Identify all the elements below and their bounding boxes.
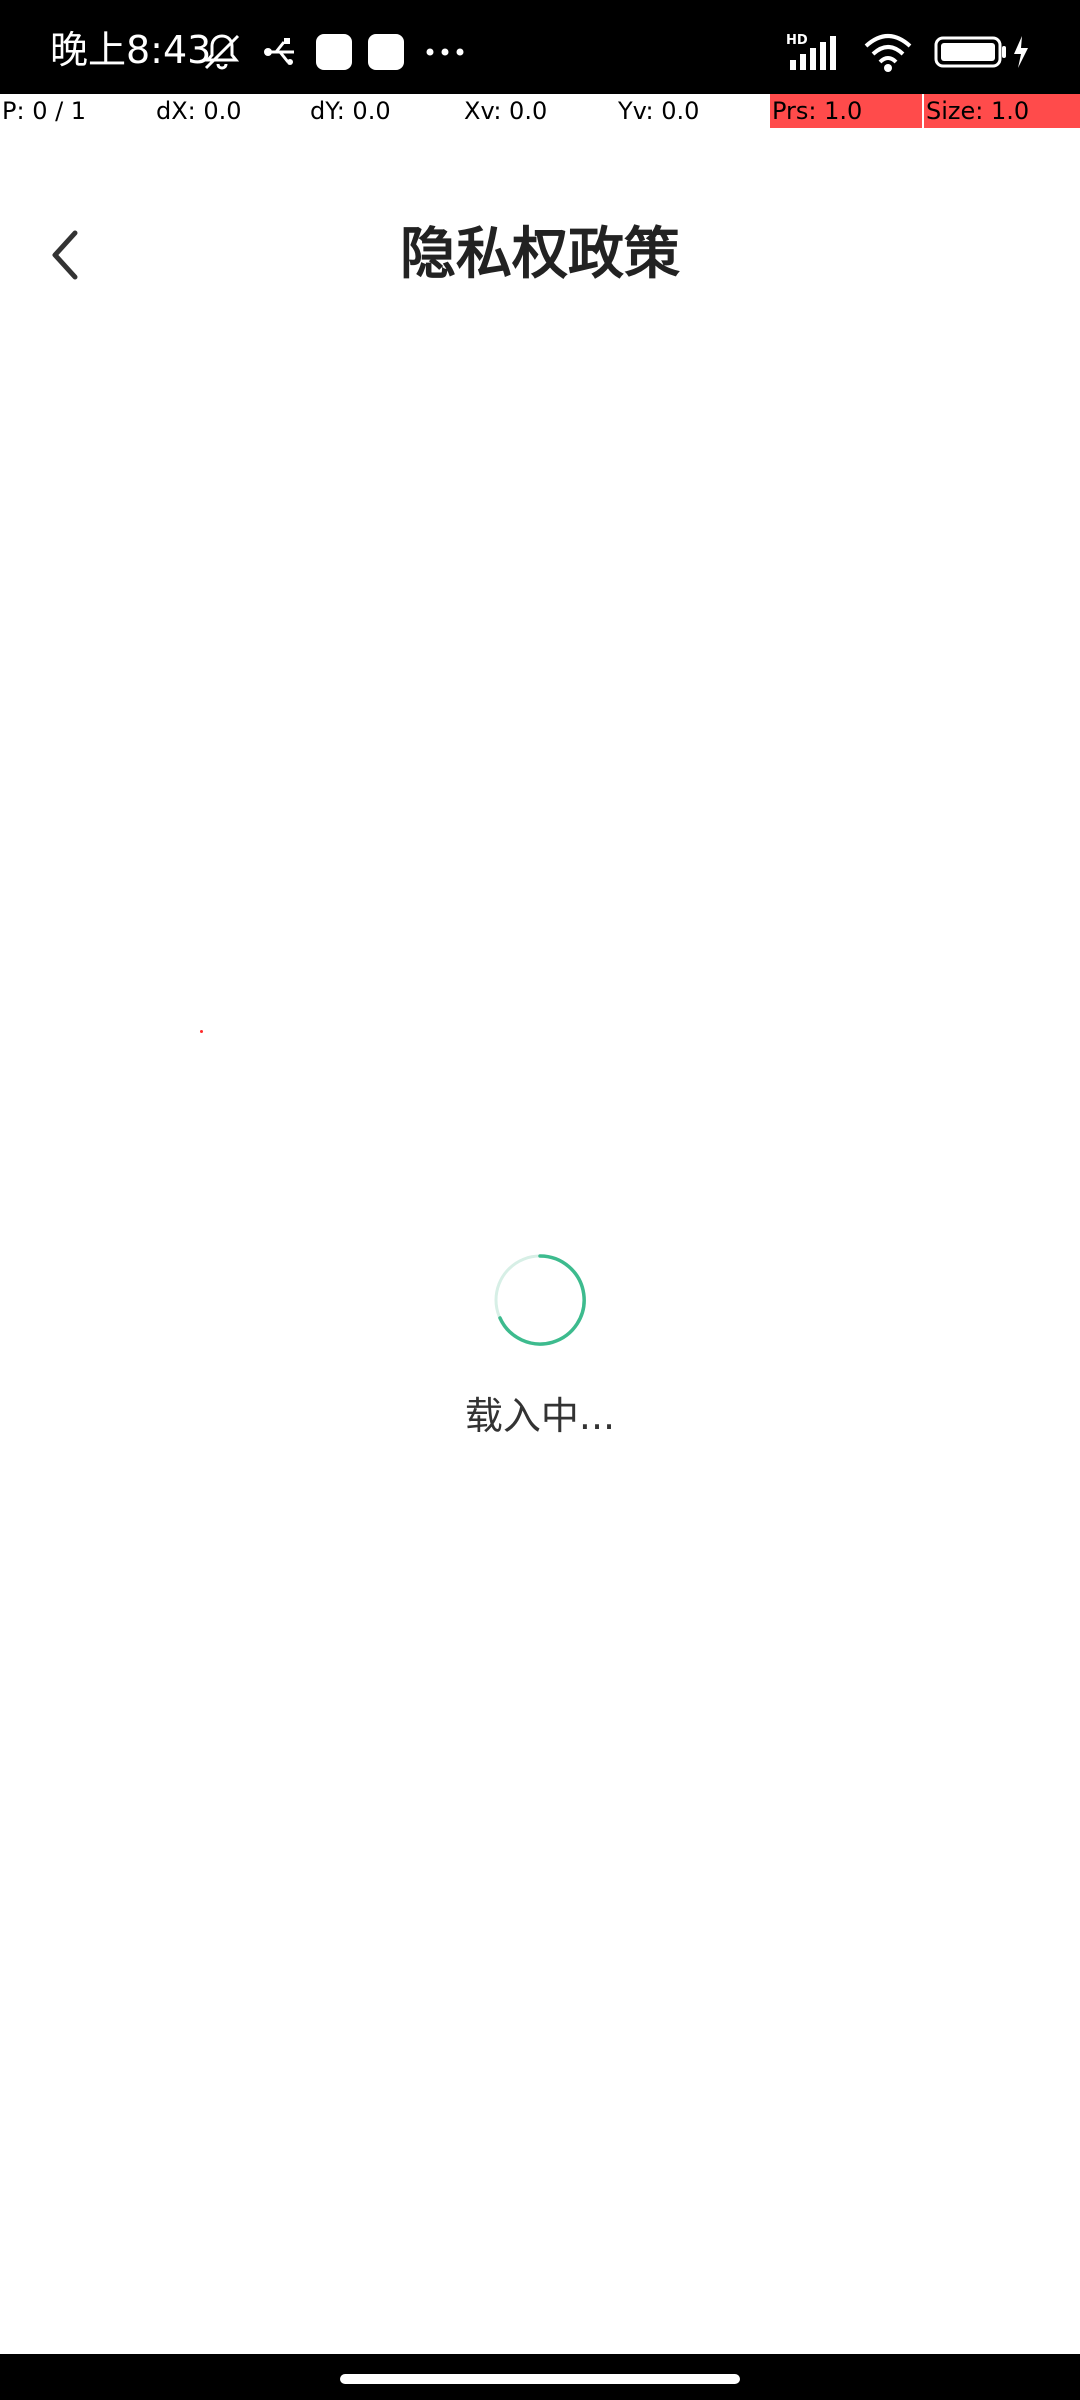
- status-right-icons: HD: [786, 30, 1034, 74]
- debug-xv: Xv: 0.0: [464, 97, 548, 125]
- page-title: 隐私权政策: [400, 222, 680, 287]
- app-notification-icon: [368, 34, 404, 70]
- loading-text: 载入中...: [464, 1394, 616, 1438]
- debug-dx: dX: 0.0: [156, 97, 242, 125]
- app-notification-icon: [316, 34, 352, 70]
- debug-size: Size: 1.0: [924, 94, 1080, 128]
- debug-dy: dY: 0.0: [310, 97, 391, 125]
- hd-signal-icon: HD: [786, 33, 836, 70]
- status-left-icons: [200, 30, 470, 74]
- loading-spinner: [494, 1254, 586, 1346]
- home-indicator[interactable]: [340, 2374, 740, 2384]
- app-header: 隐私权政策: [0, 128, 1080, 384]
- debug-yv: Yv: 0.0: [618, 97, 700, 125]
- status-time: 晚上8:43: [50, 28, 212, 72]
- usb-icon: [264, 38, 294, 65]
- svg-text:HD: HD: [786, 33, 808, 48]
- status-bar: 晚上8:43 HD: [0, 0, 1080, 94]
- wifi-icon: [864, 34, 912, 72]
- touch-point-marker: [200, 1030, 203, 1033]
- bell-muted-icon: [204, 34, 240, 70]
- more-dots-icon: [426, 48, 464, 56]
- debug-pressure: Prs: 1.0: [770, 94, 922, 128]
- pointer-debug-overlay: P: 0 / 1 dX: 0.0 dY: 0.0 Xv: 0.0 Yv: 0.0…: [0, 94, 1080, 128]
- battery-charging-icon: [934, 36, 1028, 68]
- debug-pointer: P: 0 / 1: [2, 97, 87, 125]
